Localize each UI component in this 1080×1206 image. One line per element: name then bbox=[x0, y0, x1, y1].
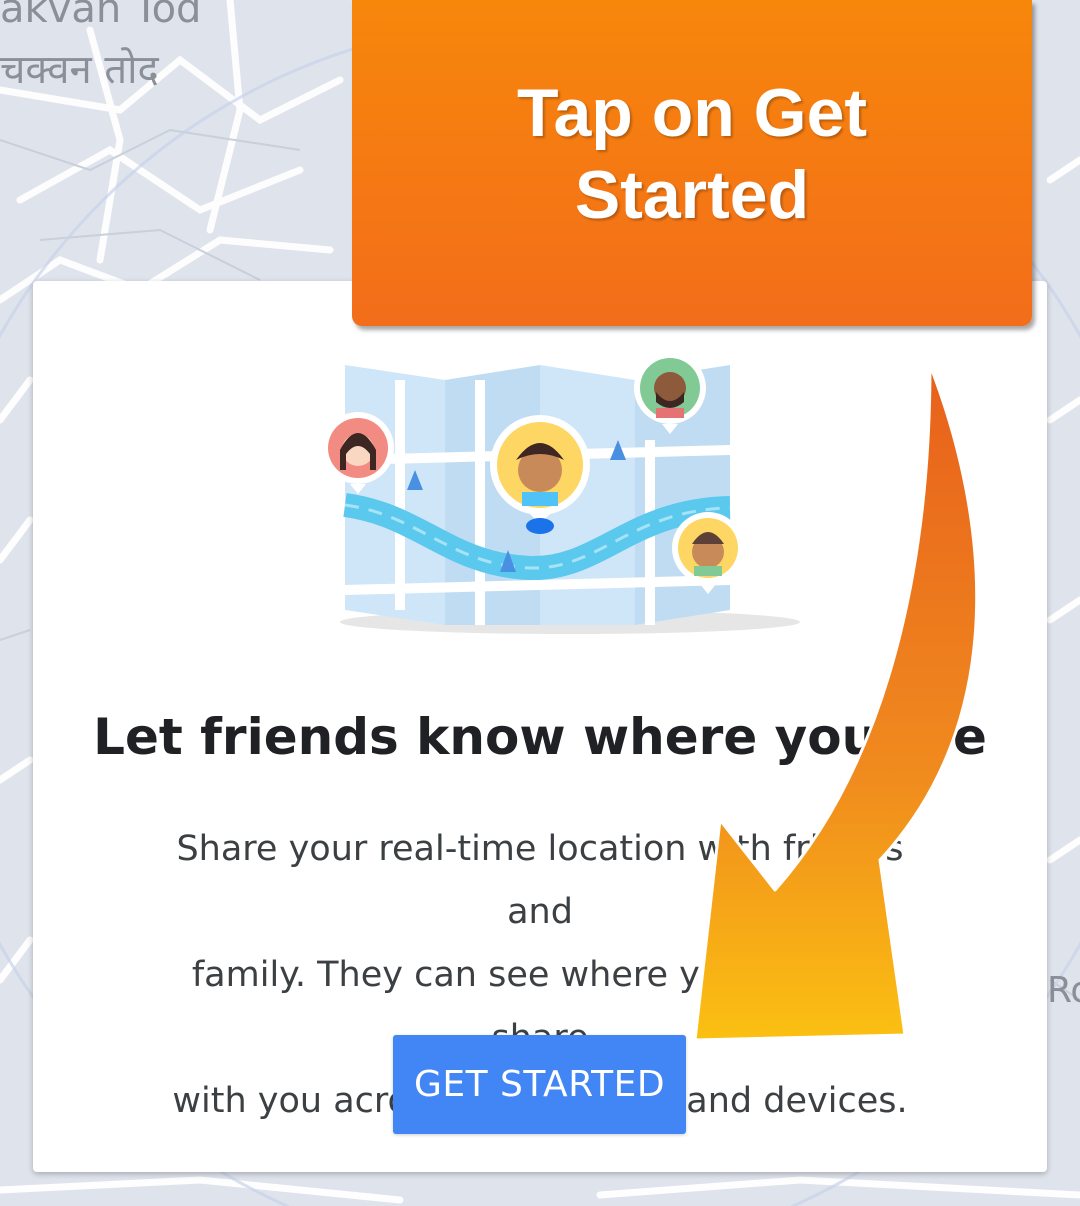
instruction-banner: Tap on Get Started bbox=[352, 0, 1032, 326]
description-line-1: Share your real-time location with frien… bbox=[176, 829, 904, 932]
banner-line-1: Tap on Get bbox=[516, 75, 868, 151]
get-started-button[interactable]: GET STARTED bbox=[393, 1035, 686, 1134]
map-label-hindi: चक्वन तोद bbox=[0, 47, 159, 93]
map-label-english: akvan Tod bbox=[0, 0, 202, 32]
friends-map-illustration bbox=[322, 352, 800, 634]
card-title: Let friends know where you are bbox=[93, 708, 987, 766]
instruction-banner-text: Tap on Get Started bbox=[352, 72, 1032, 236]
map-label-road: Ro bbox=[1047, 970, 1080, 1011]
banner-line-2: Started bbox=[574, 157, 810, 233]
